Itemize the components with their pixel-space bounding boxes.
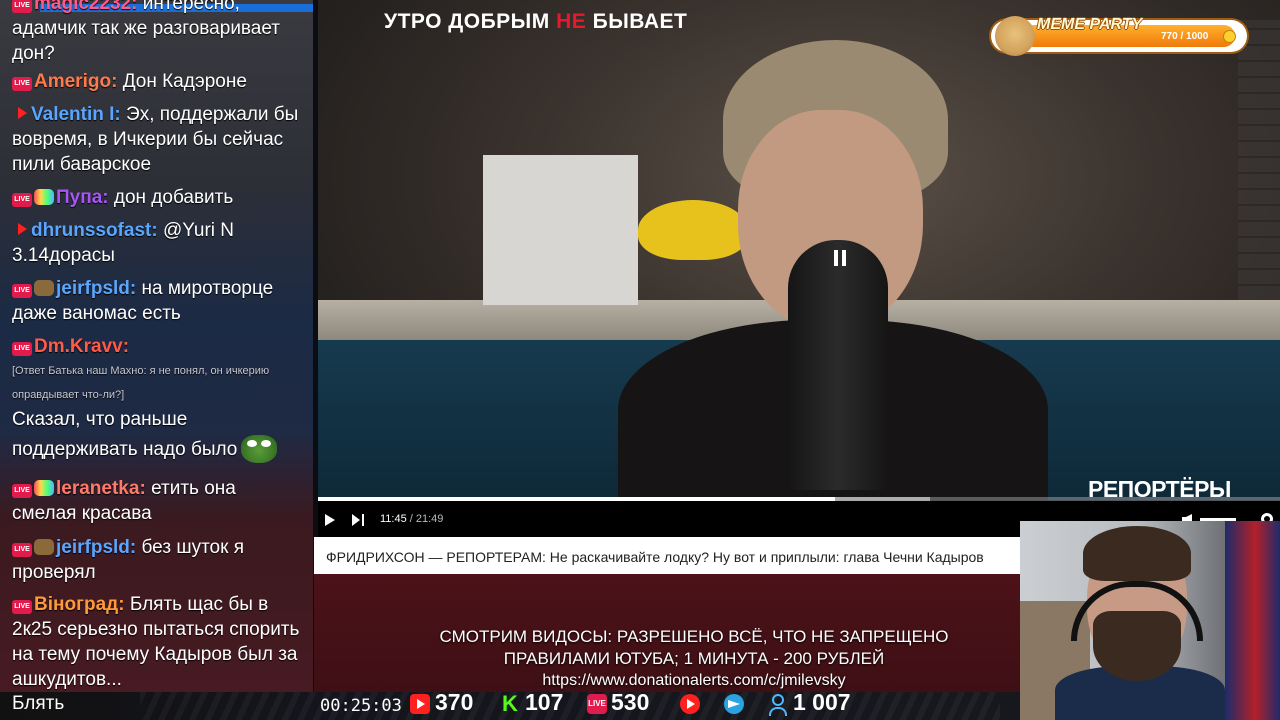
live-icon: LIVE — [12, 77, 32, 91]
meme-party-label: MEME PARTY — [1037, 16, 1143, 33]
chat-message: LIVE magic2232: интересно, адамчик так же… — [12, 0, 304, 66]
rainbow-emote-icon — [34, 480, 54, 496]
fridge — [483, 155, 638, 305]
video-description-text: ФРИДРИХСОН — РЕПОРТЕРАМ: Не раскачивайте… — [326, 549, 984, 565]
live-icon: LIVE — [12, 193, 32, 207]
doge-icon — [995, 16, 1035, 56]
chat-message: LIVE Amerigo: Дон Кадэроне — [12, 69, 304, 94]
tile-wall — [1238, 20, 1280, 300]
chat-message: LIVE jeirfpsld: без шуток я проверял — [12, 535, 304, 585]
badge-emote-icon — [34, 280, 54, 296]
pause-icon[interactable] — [834, 250, 846, 266]
chat-message: dhrunssofast: @Yuri N 3.14дорасы — [12, 218, 304, 268]
kick-icon: K — [502, 691, 518, 716]
flag — [1225, 521, 1280, 720]
telegram-icon — [724, 694, 744, 714]
microphone — [788, 240, 888, 490]
chat-username: magic2232: — [34, 0, 138, 14]
coin-icon — [1224, 31, 1235, 42]
live-icon: LIVE — [12, 342, 32, 356]
donation-line: СМОТРИМ ВИДОСЫ: РАЗРЕШЕНО ВСЁ, ЧТО НЕ ЗА… — [439, 627, 949, 646]
chat-text: адамчик так же разговаривает дон? — [12, 18, 281, 64]
donation-url[interactable]: https://www.donationalerts.com/c/jmilevs… — [314, 670, 1074, 692]
time-display: 11:45 / 21:49 — [380, 513, 444, 525]
video-frame[interactable]: УТРО ДОБРЫМ НЕ БЫВАЕТ РЕПОРТЁРЫ — [318, 0, 1280, 500]
chat-message: LIVE Віноград: Блять щас бы в 2к25 серьез… — [12, 592, 304, 692]
chat-username: Віноград: — [34, 594, 125, 615]
chat-message: LIVE jeirfpsld: на миротворце даже ванома… — [12, 276, 304, 326]
youtube-icon — [18, 107, 27, 119]
meme-party-count: 770 / 1000 — [1161, 31, 1209, 42]
youtube-icon — [410, 694, 430, 714]
chat-panel: LIVE magic2232: интересно, адамчик так же… — [0, 0, 313, 720]
chat-username: Пупа: — [56, 187, 109, 208]
live-icon: LIVE — [12, 543, 32, 557]
chat-username: leranetka: — [56, 478, 146, 499]
rainbow-emote-icon — [34, 189, 54, 205]
chat-message: Valentin I: Эх, поддержали бы вовремя, в… — [12, 102, 304, 177]
streamer-webcam — [1020, 521, 1280, 720]
chat-message: LIVE Dm.Kravv: [Ответ Батька наш Махно: я… — [12, 334, 304, 465]
badge-emote-icon — [34, 539, 54, 555]
chat-message: LIVE Пупа: дон добавить — [12, 185, 304, 210]
live-icon: LIVE — [12, 284, 32, 298]
chat-message: Блять — [12, 693, 65, 714]
chat-username: jeirfpsld: — [56, 278, 137, 299]
donation-info: СМОТРИМ ВИДОСЫ: РАЗРЕШЕНО ВСЁ, ЧТО НЕ ЗА… — [314, 626, 1074, 692]
chat-text: дон добавить — [113, 187, 234, 208]
youtube-icon — [18, 223, 27, 235]
chat-username: jeirfpsld: — [56, 537, 137, 558]
play-icon[interactable] — [325, 514, 335, 526]
chat-message: LIVE leranetka: етить она смелая красава — [12, 476, 304, 526]
chat-username: dhrunssofast: — [31, 220, 158, 241]
chat-reply-quote: [Ответ Батька наш Махно: я не понял, он … — [12, 365, 270, 401]
user-icon — [768, 694, 788, 716]
chat-username: Dm.Kravv: — [34, 336, 130, 357]
live-icon: LIVE — [587, 694, 607, 714]
streamer — [1055, 526, 1225, 720]
next-icon[interactable] — [352, 514, 364, 526]
uptime-clock: 00:25:03 — [320, 696, 402, 716]
chat-text: интересно, — [142, 0, 240, 14]
live-icon: LIVE — [12, 600, 32, 614]
chat-text: Дон Кадэроне — [122, 71, 247, 92]
kick-viewers: 107 — [525, 689, 564, 715]
live-viewers: 530 — [611, 689, 650, 715]
video-title-overlay: УТРО ДОБРЫМ НЕ БЫВАЕТ — [384, 10, 688, 33]
pepe-emote-icon — [241, 435, 278, 463]
youtube-viewers: 370 — [435, 689, 474, 715]
chat-text: Сказал, что раньше поддерживать надо был… — [12, 409, 238, 460]
meme-party-widget: MEME PARTY 770 / 1000 — [991, 16, 1247, 56]
chat-username: Amerigo: — [34, 71, 118, 92]
chat-username: Valentin I: — [31, 104, 121, 125]
total-viewers: 1 007 — [793, 689, 851, 715]
live-icon: LIVE — [12, 484, 32, 498]
live-icon: LIVE — [12, 0, 32, 13]
video-description[interactable]: ФРИДРИХСОН — РЕПОРТЕРАМ: Не раскачивайте… — [314, 537, 1020, 574]
donation-line: ПРАВИЛАМИ ЮТУБА; 1 МИНУТА - 200 РУБЛЕЙ — [503, 649, 885, 668]
youtube-round-icon — [680, 694, 700, 714]
